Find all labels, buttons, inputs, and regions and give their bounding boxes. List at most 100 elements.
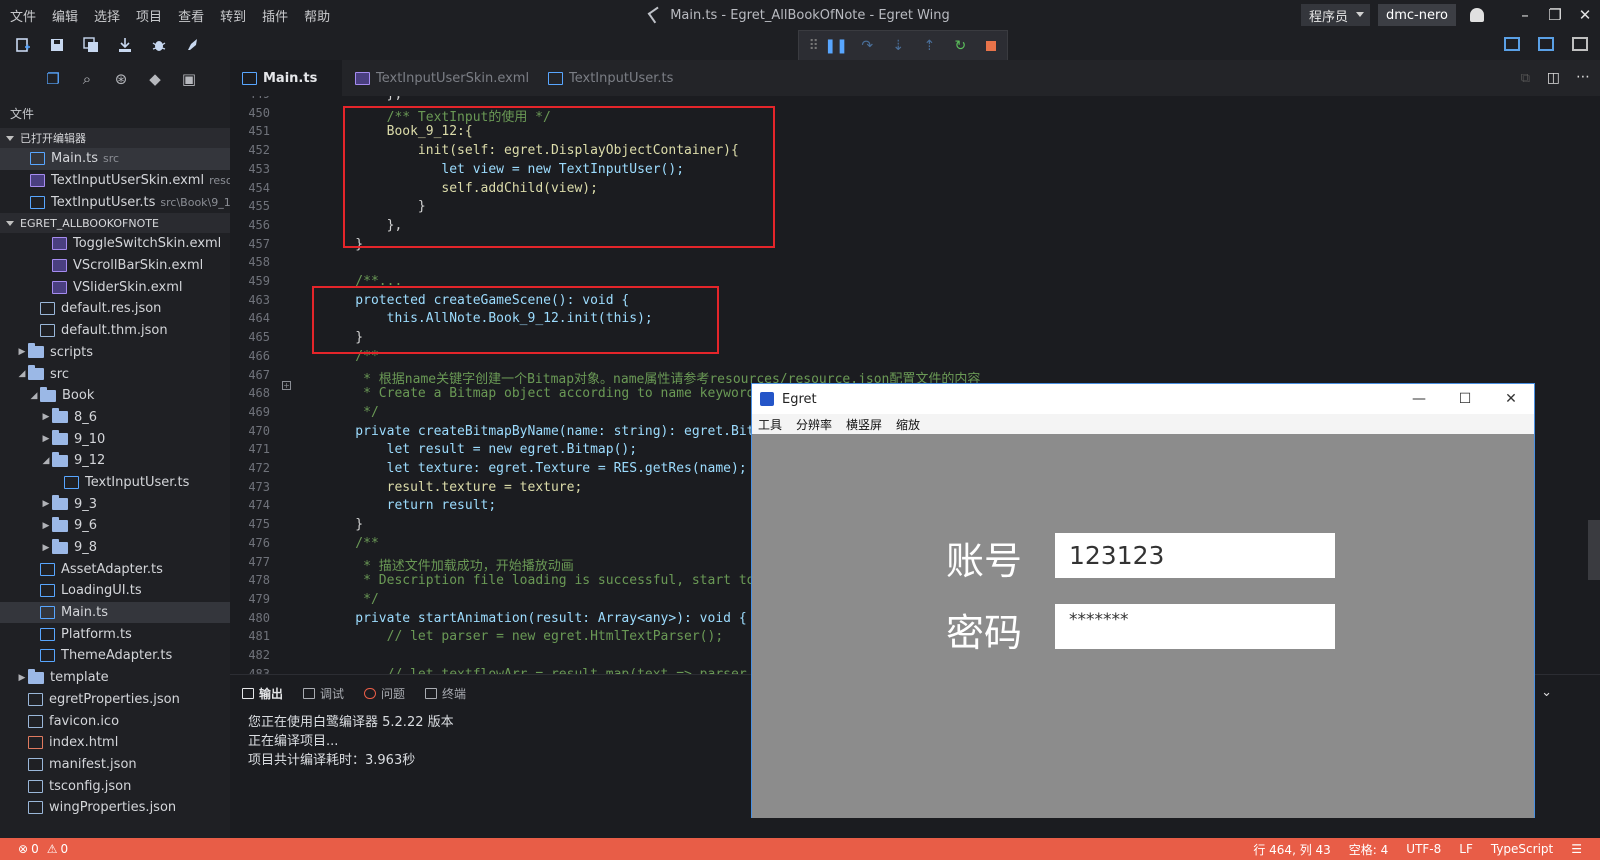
tree-folder[interactable]: ▶ 9_6 [0,515,230,537]
chevron-right-icon[interactable]: ▶ [40,543,52,553]
menu-view[interactable]: 查看 [178,6,204,25]
tree-file[interactable]: ThemeAdapter.ts [0,645,230,667]
toggle-right-panel-icon[interactable] [1572,37,1588,51]
tab-textinputuserskin[interactable]: TextInputUserSkin.exml [343,60,534,96]
language-mode[interactable]: TypeScript [1491,842,1553,856]
restart-icon[interactable]: ↻ [945,35,976,57]
tree-folder[interactable]: ◢ Book [0,385,230,407]
tree-file[interactable]: index.html [0,732,230,754]
egret-close-button[interactable]: ✕ [1488,384,1534,414]
chevron-down-icon[interactable]: ◢ [40,456,52,466]
split-preview-icon[interactable]: ⧉ [1521,71,1530,86]
tab-problems[interactable]: 问题 [364,685,405,702]
tab-debug[interactable]: 调试 [303,685,344,702]
tab-output[interactable]: 输出 [242,685,283,702]
stop-icon[interactable] [976,35,1007,57]
tree-folder[interactable]: ◢ src [0,363,230,385]
user-account[interactable]: dmc-nero [1377,4,1456,26]
toggle-sidebar-icon[interactable] [1504,37,1520,51]
search-icon[interactable]: ⌕ [70,69,104,89]
chevron-down-icon[interactable]: ◢ [28,391,40,401]
close-button[interactable]: ✕ [1570,0,1600,30]
tree-folder[interactable]: ▶ template [0,667,230,689]
extensions-icon[interactable]: ⊛ [104,69,138,89]
problem-counts[interactable]: ⊗ 0 ⚠ 0 [0,842,68,856]
line-ending[interactable]: LF [1459,842,1473,856]
open-editor-item[interactable]: TextInputUser.ts src\Book\9_12 [0,191,230,213]
tree-file[interactable]: Platform.ts [0,623,230,645]
open-editor-item[interactable]: TextInputUserSkin.exml resou... [0,170,230,192]
account-input[interactable]: 123123 [1055,533,1335,578]
tree-file[interactable]: tsconfig.json [0,775,230,797]
new-file-icon[interactable] [14,36,32,54]
tree-file[interactable]: manifest.json [0,754,230,776]
tree-folder[interactable]: ▶ 8_6 [0,407,230,429]
egret-menu-tools[interactable]: 工具 [758,416,782,433]
tree-file[interactable]: egretProperties.json [0,689,230,711]
rocket-icon[interactable] [184,36,202,54]
tree-file[interactable]: wingProperties.json [0,797,230,819]
menu-edit[interactable]: 编辑 [52,6,78,25]
egret-menu-zoom[interactable]: 缩放 [896,416,920,433]
role-select[interactable]: 程序员 [1300,4,1370,26]
chevron-right-icon[interactable]: ▶ [40,521,52,531]
tab-terminal[interactable]: 终端 [425,685,466,702]
debug-panel-icon[interactable]: ▣ [172,69,206,89]
open-editor-item[interactable]: Main.ts src [0,148,230,170]
chevron-right-icon[interactable]: ▶ [16,673,28,683]
step-over-icon[interactable]: ↷ [852,35,883,57]
minimize-button[interactable]: – [1510,0,1540,30]
chevron-right-icon[interactable]: ▶ [40,434,52,444]
egret-menu-resolution[interactable]: 分辨率 [796,416,832,433]
toggle-panel-icon[interactable] [1538,37,1554,51]
project-section[interactable]: EGRET_ALLBOOKOFNOTE [0,213,230,234]
save-icon[interactable] [48,36,66,54]
menu-project[interactable]: 项目 [136,6,162,25]
tab-main-ts[interactable]: Main.ts ✕ [230,60,353,96]
feedback-icon[interactable]: ☰ [1571,842,1582,856]
drag-handle-icon[interactable]: ⠿ [807,35,821,57]
password-input[interactable]: ******* [1055,604,1335,649]
cursor-position[interactable]: 行 464, 列 43 [1253,841,1330,858]
tree-file[interactable]: ToggleSwitchSkin.exml [0,233,230,255]
step-into-icon[interactable]: ⇣ [883,35,914,57]
git-icon[interactable]: ◆ [138,69,172,89]
scrollbar[interactable] [1588,520,1600,580]
menu-plugins[interactable]: 插件 [262,6,288,25]
egret-menu-orientation[interactable]: 横竖屏 [846,416,882,433]
chevron-down-icon[interactable]: ◢ [16,369,28,379]
restore-button[interactable]: ❐ [1540,0,1570,30]
publish-icon[interactable] [116,36,134,54]
menu-file[interactable]: 文件 [10,6,36,25]
more-icon[interactable]: ⋯ [1576,69,1590,85]
tree-file[interactable]: default.thm.json [0,320,230,342]
tree-file[interactable]: AssetAdapter.ts [0,558,230,580]
fold-expand-icon[interactable]: + [282,381,291,390]
chevron-right-icon[interactable]: ▶ [40,412,52,422]
tree-file[interactable]: VSliderSkin.exml [0,276,230,298]
tree-file[interactable]: VScrollBarSkin.exml [0,255,230,277]
tab-textinputuser[interactable]: TextInputUser.ts [536,60,688,96]
tree-file[interactable]: LoadingUI.ts [0,580,230,602]
tree-file[interactable]: favicon.ico [0,710,230,732]
step-out-icon[interactable]: ⇡ [914,35,945,57]
chevron-right-icon[interactable]: ▶ [16,347,28,357]
pause-icon[interactable]: ❚❚ [821,35,852,57]
tree-folder[interactable]: ▶ 9_10 [0,428,230,450]
bell-icon[interactable] [1470,8,1484,22]
menu-help[interactable]: 帮助 [304,6,330,25]
chevron-down-icon[interactable]: ⌄ [1541,685,1552,700]
tree-folder[interactable]: ▶ 9_8 [0,537,230,559]
tree-file[interactable]: default.res.json [0,298,230,320]
chevron-right-icon[interactable]: ▶ [40,499,52,509]
tree-folder[interactable]: ▶ 9_3 [0,493,230,515]
menu-goto[interactable]: 转到 [220,6,246,25]
tree-folder[interactable]: ▶ scripts [0,342,230,364]
menu-select[interactable]: 选择 [94,6,120,25]
split-editor-icon[interactable]: ◫ [1547,70,1560,86]
open-editors-section[interactable]: 已打开编辑器 [0,128,230,148]
egret-maximize-button[interactable]: ☐ [1442,384,1488,414]
save-all-icon[interactable] [82,36,100,54]
debug-bug-icon[interactable] [150,36,168,54]
tree-folder[interactable]: ◢ 9_12 [0,450,230,472]
